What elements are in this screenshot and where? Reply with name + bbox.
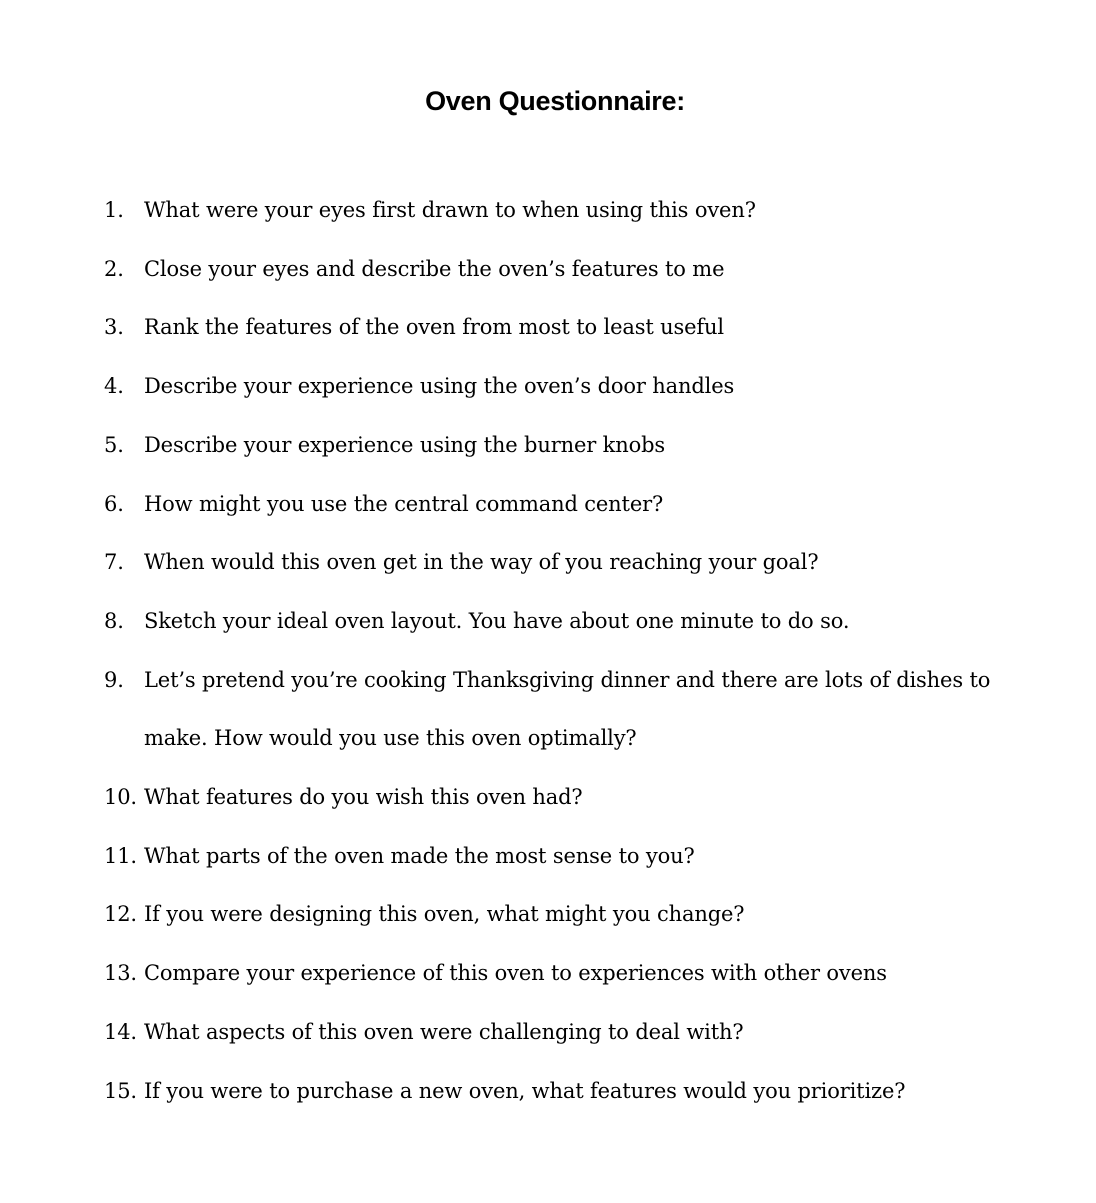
question-item: 7. When would this oven get in the way o… — [104, 533, 1004, 592]
question-item: 3. Rank the features of the oven from mo… — [104, 298, 1004, 357]
question-number: 14. — [104, 1019, 137, 1044]
question-text: What aspects of this oven were challengi… — [144, 1019, 744, 1044]
question-number: 9. — [104, 667, 124, 692]
question-item: 1. What were your eyes first drawn to wh… — [104, 181, 1004, 240]
question-text: Compare your experience of this oven to … — [144, 961, 887, 986]
question-number: 1. — [104, 198, 124, 222]
question-number: 8. — [104, 608, 124, 633]
question-number: 13. — [104, 961, 137, 986]
question-item: 10. What features do you wish this oven … — [104, 768, 1004, 827]
question-item: 14. What aspects of this oven were chall… — [104, 1003, 1004, 1062]
question-text: Describe your experience using the oven’… — [144, 374, 735, 399]
question-number: 4. — [104, 374, 124, 399]
question-number: 11. — [104, 843, 137, 868]
question-number: 6. — [104, 491, 124, 516]
question-text: What parts of the oven made the most sen… — [144, 843, 695, 868]
question-number: 15. — [104, 1078, 137, 1103]
question-number: 7. — [104, 550, 124, 575]
question-text: If you were designing this oven, what mi… — [144, 902, 745, 927]
question-number: 3. — [104, 315, 124, 340]
question-list: 1. What were your eyes first drawn to wh… — [104, 181, 1004, 1120]
question-text: Let’s pretend you’re cooking Thanksgivin… — [144, 667, 991, 751]
question-number: 2. — [104, 256, 124, 281]
question-number: 10. — [104, 785, 137, 810]
question-item: 15. If you were to purchase a new oven, … — [104, 1062, 1004, 1121]
question-text: Describe your experience using the burne… — [144, 432, 666, 457]
question-item: 6. How might you use the central command… — [104, 475, 1004, 534]
question-item: 13. Compare your experience of this oven… — [104, 944, 1004, 1003]
question-item: 4. Describe your experience using the ov… — [104, 357, 1004, 416]
question-item: 9. Let’s pretend you’re cooking Thanksgi… — [104, 651, 1004, 768]
question-item: 11. What parts of the oven made the most… — [104, 827, 1004, 886]
question-text: When would this oven get in the way of y… — [144, 550, 819, 575]
document-title: Oven Questionnaire: — [425, 86, 685, 116]
question-number: 12. — [104, 902, 137, 927]
document-page: Oven Questionnaire: 1. What were your ey… — [0, 0, 1096, 1203]
question-item: 12. If you were designing this oven, wha… — [104, 885, 1004, 944]
question-number: 5. — [104, 432, 124, 457]
question-item: 2. Close your eyes and describe the oven… — [104, 240, 1004, 299]
question-item: 8. Sketch your ideal oven layout. You ha… — [104, 592, 1004, 651]
question-item: 5. Describe your experience using the bu… — [104, 416, 1004, 475]
question-text: How might you use the central command ce… — [144, 491, 664, 516]
question-text: If you were to purchase a new oven, what… — [144, 1078, 906, 1103]
question-text: What features do you wish this oven had? — [144, 785, 583, 810]
question-text: Rank the features of the oven from most … — [144, 315, 724, 340]
question-text: Close your eyes and describe the oven’s … — [144, 256, 725, 281]
question-text: Sketch your ideal oven layout. You have … — [144, 608, 850, 633]
question-text: What were your eyes first drawn to when … — [144, 198, 756, 222]
